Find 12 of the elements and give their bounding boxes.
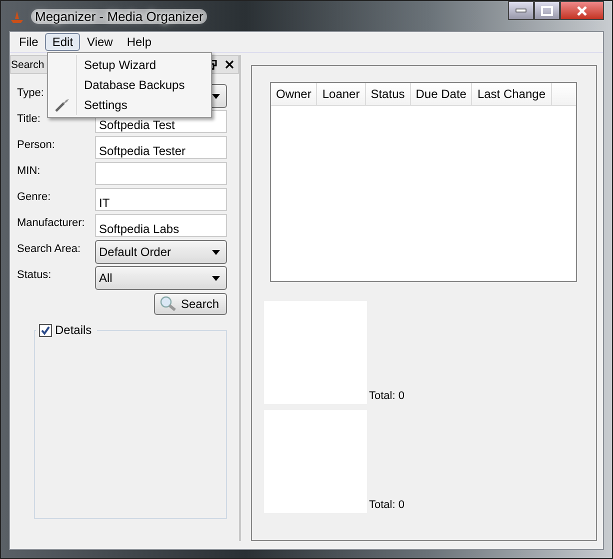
checkbox-label: Details: [55, 323, 92, 337]
field-label: Manufacturer:: [17, 216, 85, 229]
field-label: Person:: [17, 138, 55, 151]
field-label: Genre:: [17, 190, 51, 203]
total-label: Total: 0: [369, 499, 404, 513]
field-label: Title:: [17, 112, 40, 125]
field-label: Type:: [17, 86, 44, 99]
field-label: Search Area:: [17, 242, 81, 255]
total-label: Total: 0: [369, 390, 404, 404]
field-label: Status:: [17, 268, 52, 281]
field-label: MIN:: [17, 164, 40, 177]
panel-title: Search: [11, 58, 44, 70]
